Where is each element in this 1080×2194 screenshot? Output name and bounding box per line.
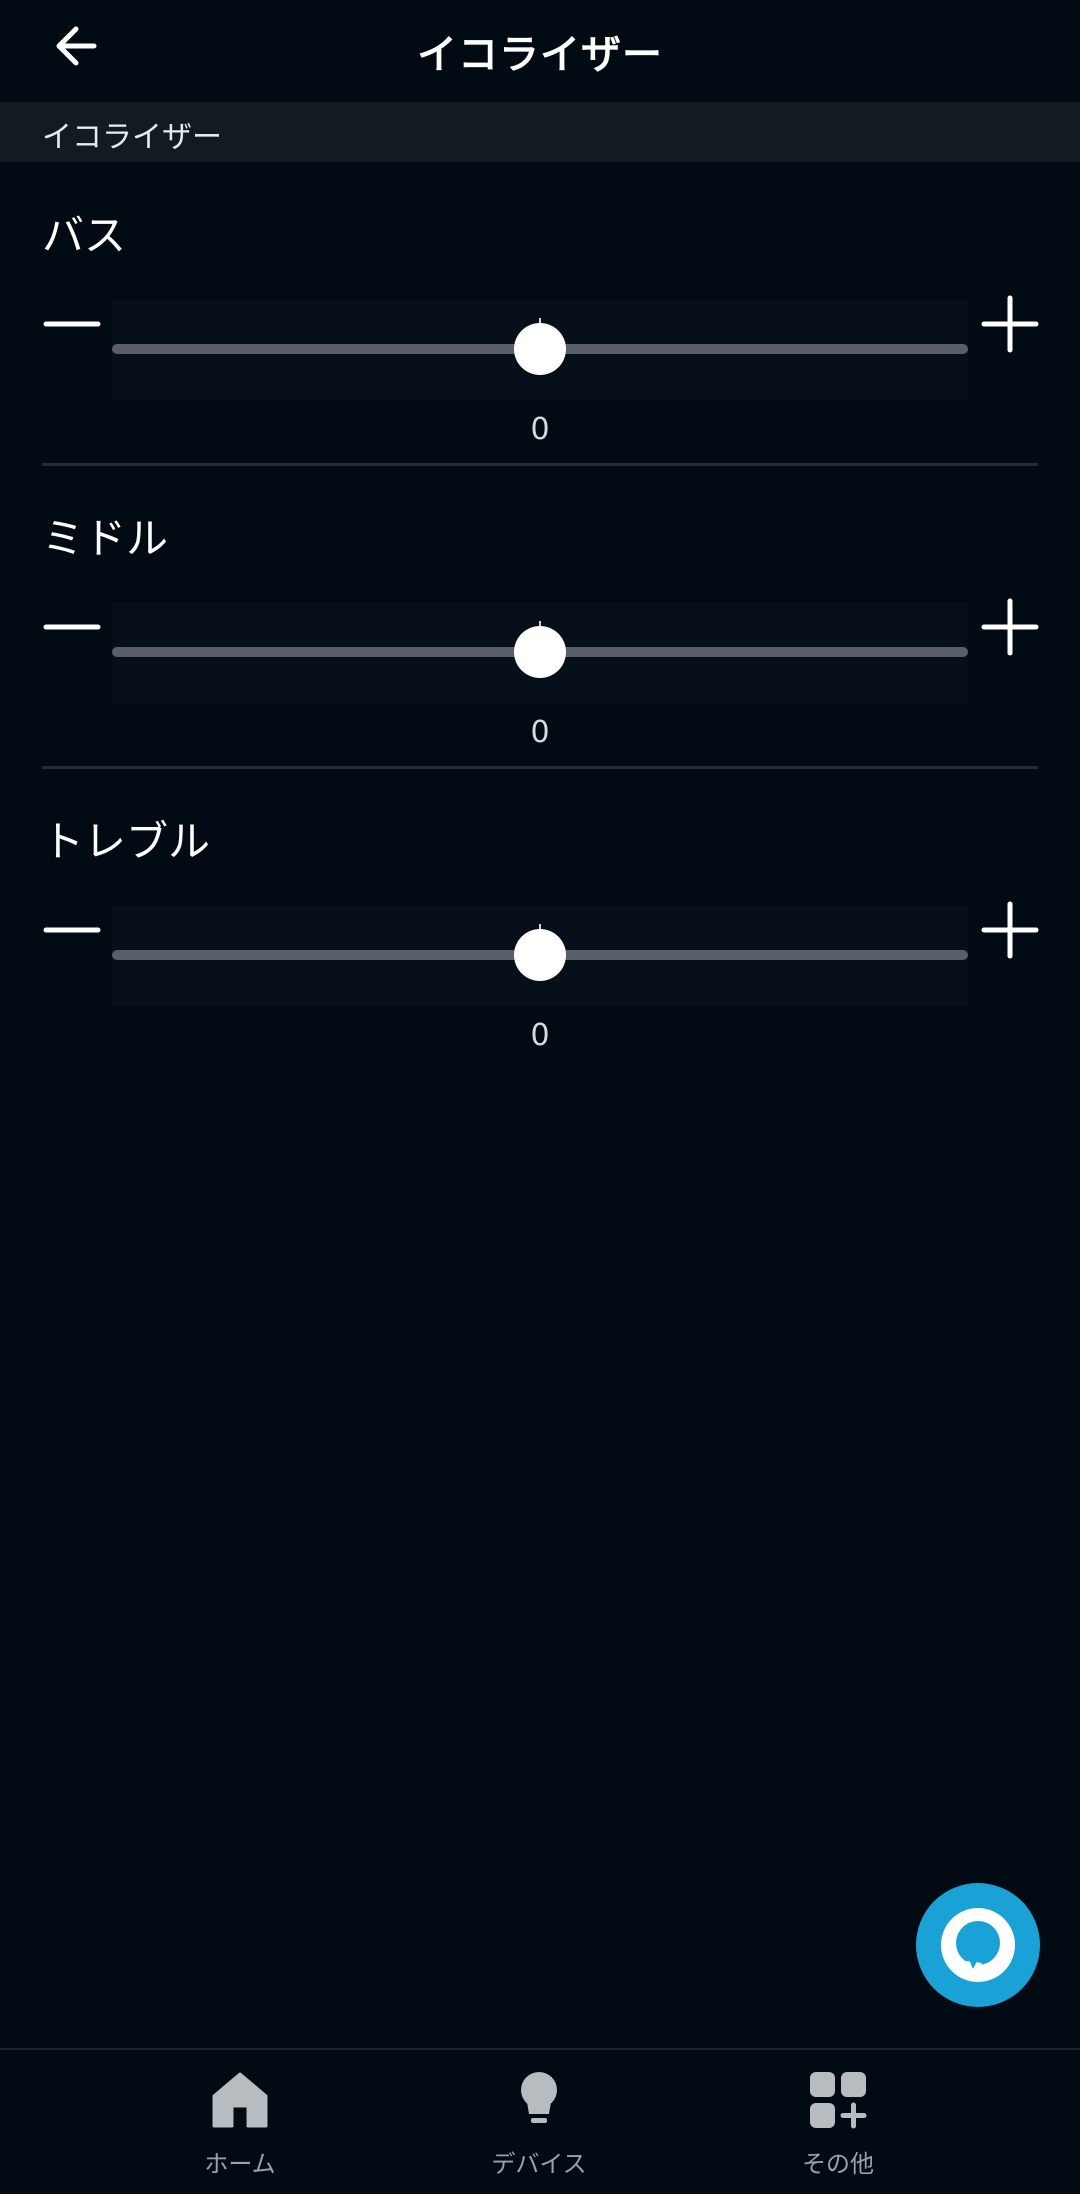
plus-icon <box>981 598 1039 656</box>
nav-label: その他 <box>802 2150 874 2178</box>
treble-decrease-button[interactable] <box>38 898 102 962</box>
eq-band-mid: ミドル 0 <box>0 465 1080 767</box>
nav-item-more[interactable]: その他 <box>748 2050 928 2194</box>
nav-item-home[interactable]: ホーム <box>150 2050 330 2194</box>
slider-thumb[interactable] <box>514 323 566 375</box>
slider-thumb[interactable] <box>514 626 566 678</box>
grid-plus-icon <box>810 2072 867 2129</box>
section-header-label: イコライザー <box>42 120 222 155</box>
app-header: イコライザー <box>0 0 1080 102</box>
bass-decrease-button[interactable] <box>38 292 102 356</box>
nav-label: ホーム <box>204 2150 276 2178</box>
minus-icon <box>43 624 101 630</box>
mid-decrease-button[interactable] <box>38 595 102 659</box>
lightbulb-icon <box>521 2072 557 2123</box>
band-value: 0 <box>530 715 550 750</box>
eq-band-treble: トレブル 0 <box>0 768 1080 1070</box>
band-label: バス <box>42 211 127 260</box>
slider-thumb[interactable] <box>514 929 566 981</box>
plus-icon <box>981 295 1039 353</box>
treble-slider[interactable] <box>112 906 968 1006</box>
home-icon <box>212 2072 268 2128</box>
alexa-icon <box>941 1908 1015 1982</box>
page-title: イコライザー <box>417 32 663 78</box>
equalizer-screen: イコライザー イコライザー バス 0 ミドル 0 トレブル 0 ホーム デバイス… <box>0 0 1080 2194</box>
bottom-nav: ホーム デバイス その他 <box>0 2048 1080 2194</box>
mid-increase-button[interactable] <box>978 595 1042 659</box>
minus-icon <box>43 927 101 933</box>
band-value: 0 <box>530 1018 550 1053</box>
plus-icon <box>981 901 1039 959</box>
bass-increase-button[interactable] <box>978 292 1042 356</box>
band-value: 0 <box>530 412 550 447</box>
band-label: ミドル <box>42 514 169 563</box>
treble-increase-button[interactable] <box>978 898 1042 962</box>
section-header: イコライザー <box>0 102 1080 162</box>
minus-icon <box>43 321 101 327</box>
bass-slider[interactable] <box>112 300 968 400</box>
nav-item-devices[interactable]: デバイス <box>449 2050 629 2194</box>
alexa-button[interactable] <box>916 1883 1040 2007</box>
eq-band-bass: バス 0 <box>0 162 1080 464</box>
mid-slider[interactable] <box>112 603 968 703</box>
band-label: トレブル <box>42 817 211 866</box>
nav-label: デバイス <box>491 2150 587 2178</box>
